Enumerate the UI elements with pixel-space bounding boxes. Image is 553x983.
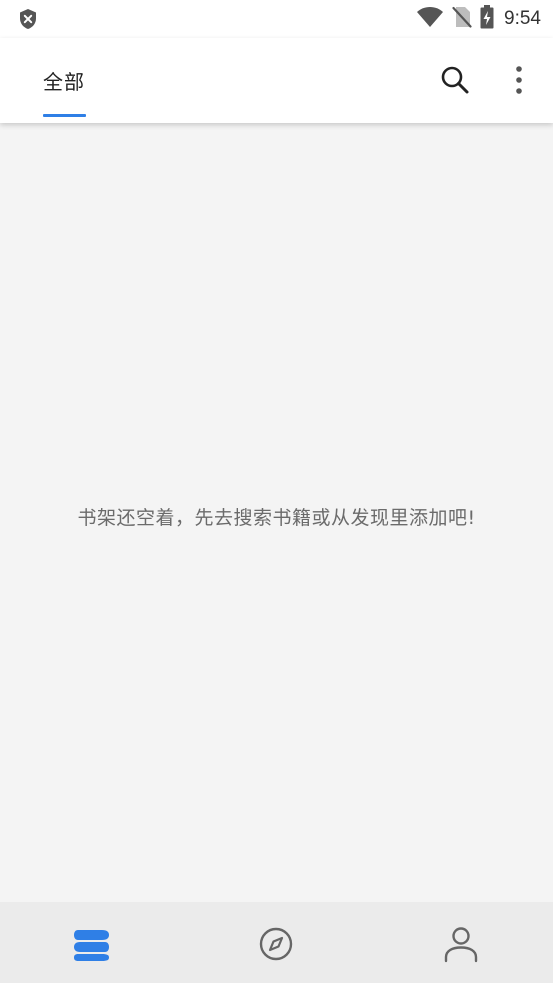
nav-bookshelf[interactable] (72, 924, 112, 964)
wifi-icon (416, 6, 444, 32)
search-button[interactable] (438, 63, 472, 97)
person-icon (444, 927, 478, 963)
battery-charging-icon (480, 5, 494, 33)
shield-x-icon (17, 8, 39, 30)
bookshelf-content: 书架还空着，先去搜索书籍或从发现里添加吧! (0, 123, 553, 902)
nav-discover[interactable] (256, 924, 296, 964)
status-time: 9:54 (504, 8, 541, 29)
compass-icon (259, 927, 293, 961)
nav-me[interactable] (441, 924, 481, 964)
tab-indicator (43, 114, 86, 117)
search-icon (441, 66, 469, 94)
app-bar: 全部 (0, 38, 553, 123)
status-bar: 9:54 (0, 0, 553, 38)
bottom-navigation (0, 902, 553, 983)
tab-all[interactable]: 全部 (43, 66, 85, 95)
no-sim-icon (452, 6, 472, 32)
more-options-button[interactable] (508, 63, 530, 97)
more-vert-icon (516, 66, 522, 94)
empty-bookshelf-message: 书架还空着，先去搜索书籍或从发现里添加吧! (77, 507, 476, 529)
bookshelf-icon (74, 930, 109, 961)
